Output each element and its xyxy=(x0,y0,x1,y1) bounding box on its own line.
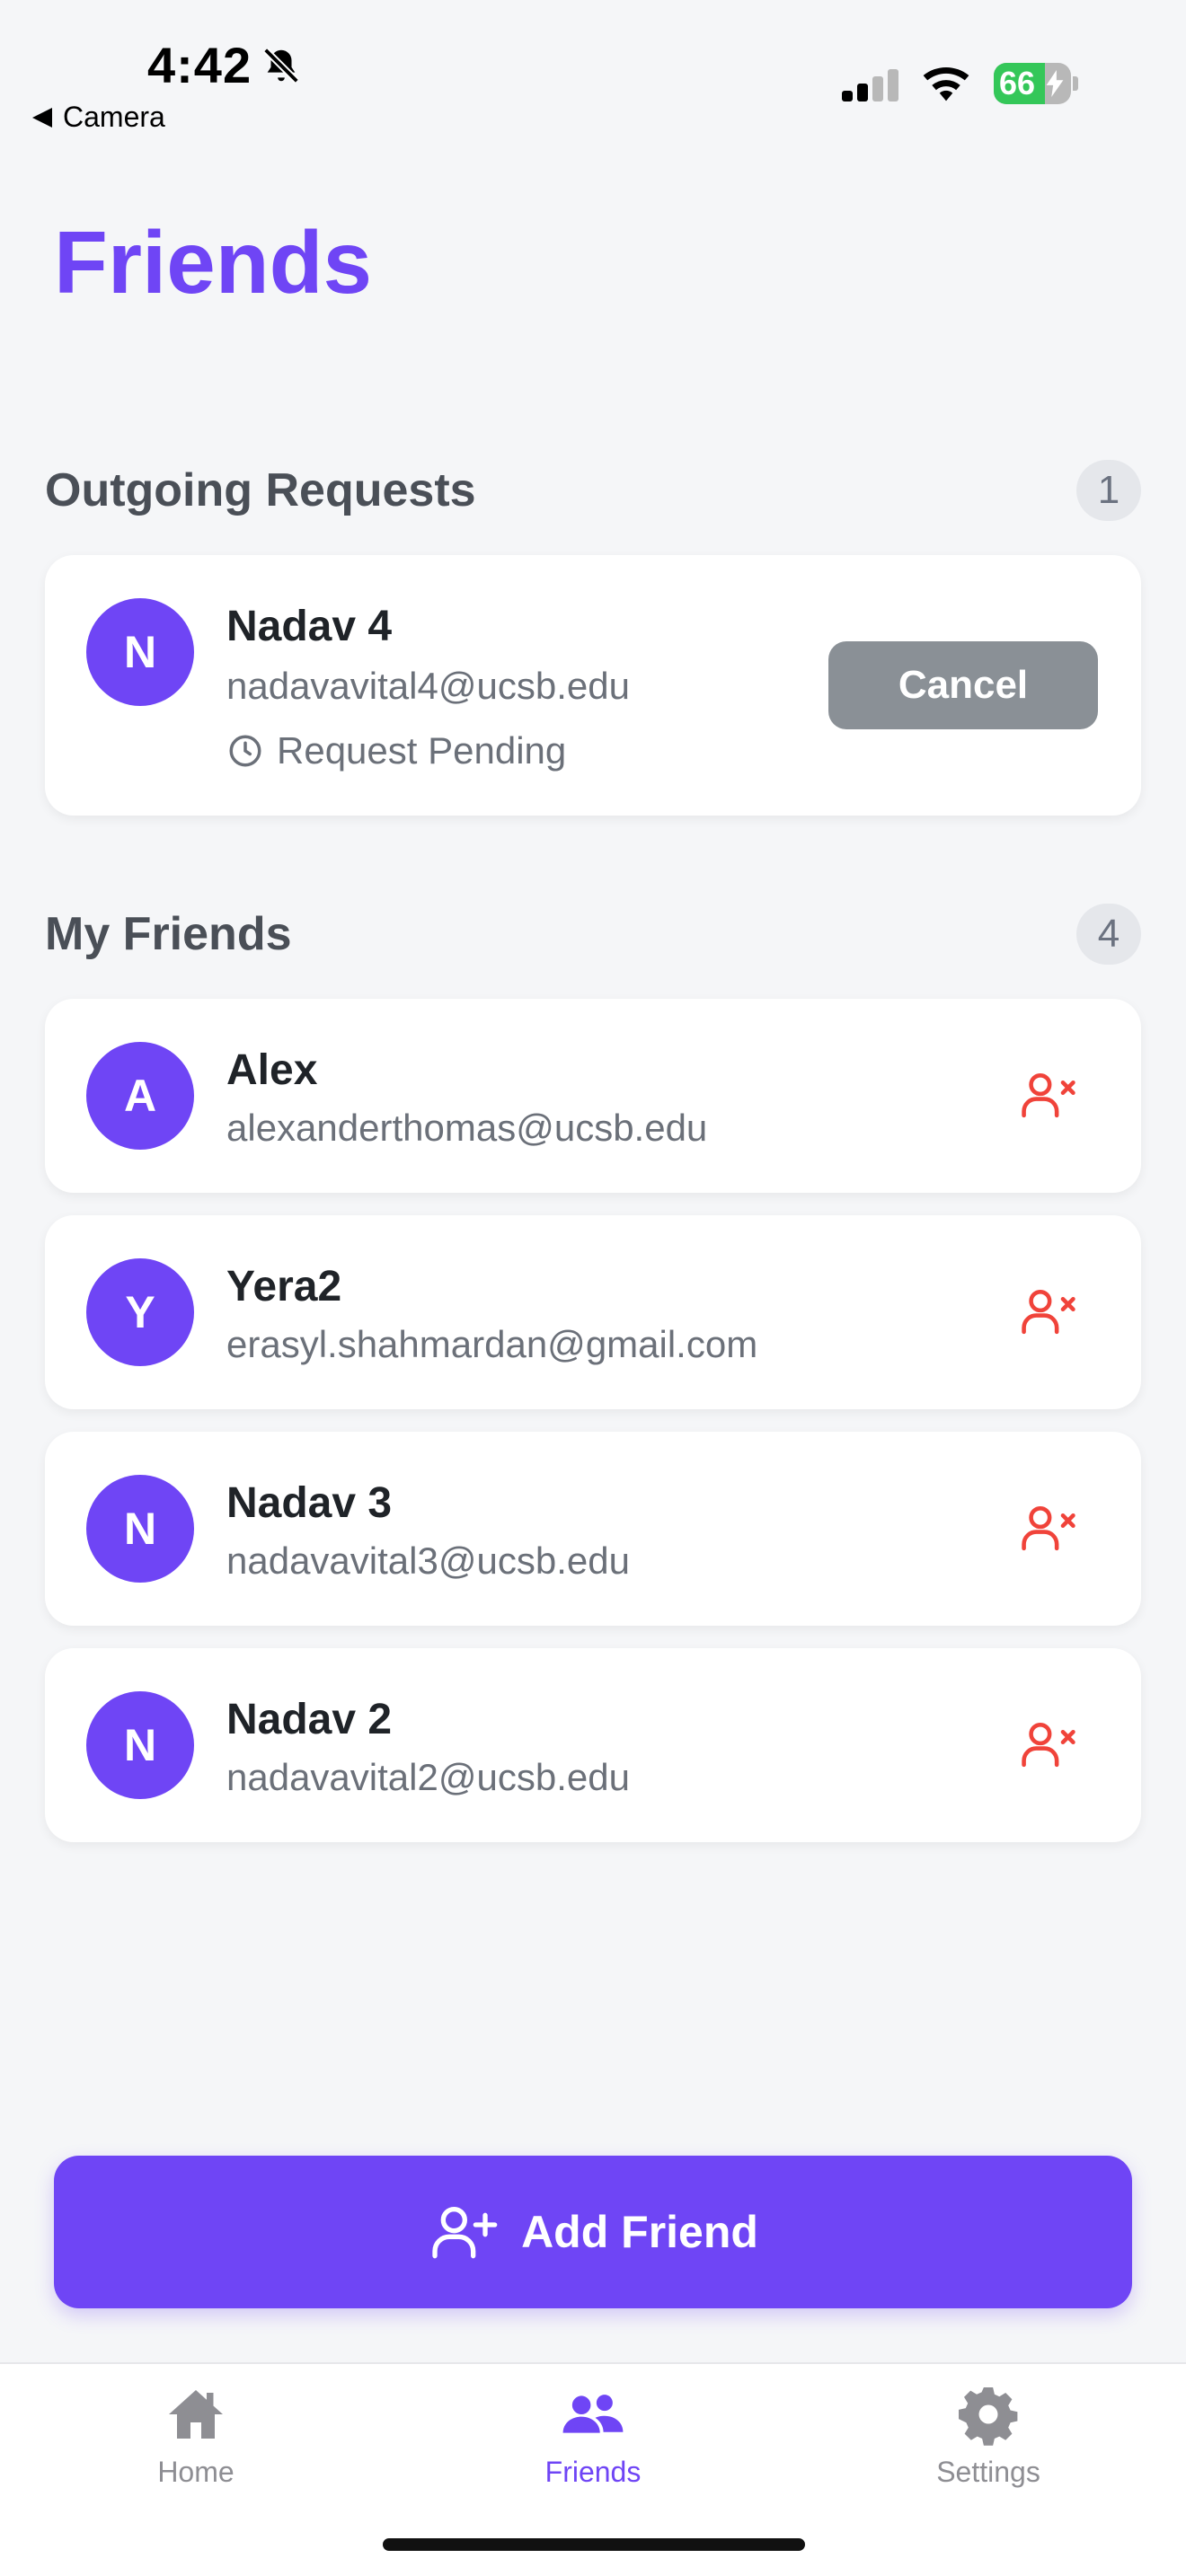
friend-name: Nadav 2 xyxy=(226,1696,393,1743)
friends-icon xyxy=(562,2395,624,2433)
request-name: Nadav 4 xyxy=(226,603,393,650)
tab-friends-label: Friends xyxy=(544,2456,642,2488)
friend-card[interactable]: A Alex alexanderthomas@ucsb.edu xyxy=(45,999,1141,1193)
home-icon xyxy=(169,2390,223,2439)
tab-friends[interactable]: Friends xyxy=(485,2382,701,2489)
back-app-label: Camera xyxy=(63,101,165,133)
friend-card[interactable]: N Nadav 3 nadavavital3@ucsb.edu xyxy=(45,1432,1141,1626)
avatar: Y xyxy=(86,1258,194,1366)
status-indicators: 66 xyxy=(842,63,1078,104)
remove-friend-button[interactable] xyxy=(1017,1496,1080,1559)
outgoing-requests-title: Outgoing Requests xyxy=(45,464,476,516)
user-remove-icon xyxy=(1022,1723,1075,1768)
bell-slash-icon xyxy=(263,47,300,84)
outgoing-request-card: N Nadav 4 nadavavital4@ucsb.edu Request … xyxy=(45,555,1141,816)
tab-settings-label: Settings xyxy=(936,2456,1040,2488)
add-friend-button[interactable]: Add Friend xyxy=(54,2156,1132,2308)
tab-home[interactable]: Home xyxy=(88,2382,304,2489)
my-friends-header: My Friends 4 xyxy=(45,904,1141,965)
remove-friend-button[interactable] xyxy=(1017,1280,1080,1343)
friend-email: nadavavital2@ucsb.edu xyxy=(226,1756,630,1798)
status-time-text: 4:42 xyxy=(147,37,252,93)
friend-name: Yera2 xyxy=(226,1263,342,1310)
request-status: Request Pending xyxy=(226,729,566,772)
friend-email: nadavavital3@ucsb.edu xyxy=(226,1539,630,1582)
friend-card[interactable]: Y Yera2 erasyl.shahmardan@gmail.com xyxy=(45,1215,1141,1409)
avatar: N xyxy=(86,598,194,706)
tab-home-label: Home xyxy=(157,2456,235,2488)
remove-friend-button[interactable] xyxy=(1017,1713,1080,1776)
tab-settings[interactable]: Settings xyxy=(881,2382,1096,2489)
friend-email: alexanderthomas@ucsb.edu xyxy=(226,1107,708,1149)
page-title: Friends xyxy=(54,213,372,312)
charging-bolt-icon xyxy=(1046,70,1064,97)
friend-card[interactable]: N Nadav 2 nadavavital2@ucsb.edu xyxy=(45,1648,1141,1842)
home-indicator[interactable] xyxy=(383,2538,805,2551)
user-remove-icon xyxy=(1022,1506,1075,1551)
remove-friend-button[interactable] xyxy=(1017,1063,1080,1126)
user-remove-icon xyxy=(1022,1073,1075,1118)
status-time: 4:42 xyxy=(147,36,302,94)
avatar: N xyxy=(86,1475,194,1583)
outgoing-requests-header: Outgoing Requests 1 xyxy=(45,460,1141,521)
battery-level: 66 xyxy=(999,65,1036,101)
back-triangle-icon xyxy=(32,107,52,128)
friends-count-badge: 4 xyxy=(1076,904,1141,965)
add-friend-label: Add Friend xyxy=(521,2207,758,2257)
wifi-icon xyxy=(923,66,969,101)
user-plus-icon xyxy=(432,2207,498,2259)
cancel-request-button[interactable]: Cancel xyxy=(828,641,1098,729)
friend-email: erasyl.shahmardan@gmail.com xyxy=(226,1323,758,1365)
request-status-text: Request Pending xyxy=(277,729,567,772)
friend-name: Nadav 3 xyxy=(226,1479,393,1527)
cellular-signal-icon xyxy=(842,66,898,101)
request-email: nadavavital4@ucsb.edu xyxy=(226,665,630,707)
gear-icon xyxy=(959,2387,1018,2446)
outgoing-count-badge: 1 xyxy=(1076,460,1141,521)
battery-icon: 66 xyxy=(994,63,1071,104)
clock-icon xyxy=(229,735,261,767)
back-to-app[interactable]: Camera xyxy=(32,101,165,134)
friends-screen: 4:42 Camera 66 Friends Outgoing Requests… xyxy=(0,0,1186,2576)
user-remove-icon xyxy=(1022,1290,1075,1335)
avatar: A xyxy=(86,1042,194,1150)
avatar: N xyxy=(86,1691,194,1799)
my-friends-title: My Friends xyxy=(45,908,292,960)
friend-name: Alex xyxy=(226,1046,318,1094)
